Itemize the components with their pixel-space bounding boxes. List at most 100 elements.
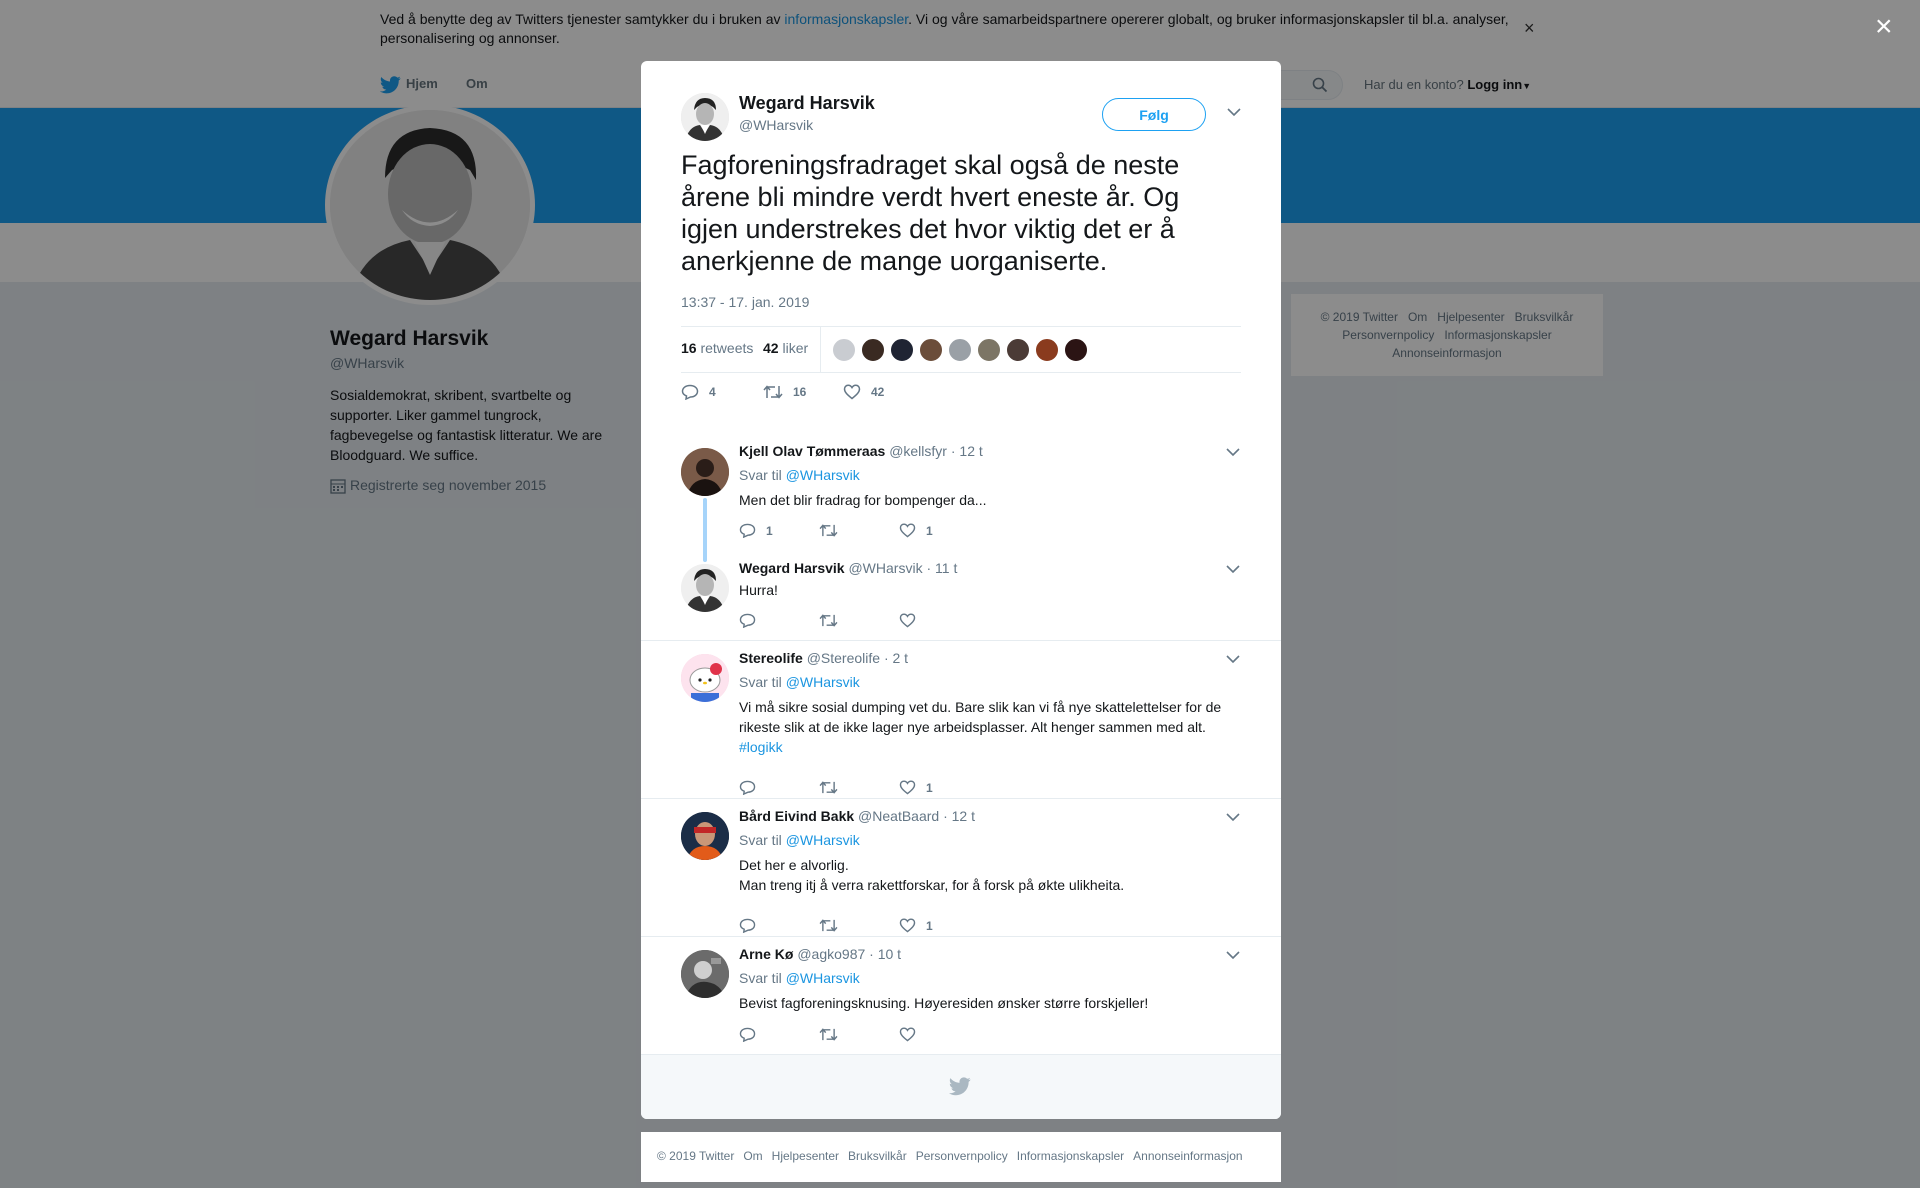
- likes-stat[interactable]: 42 liker: [763, 340, 808, 356]
- reply-author-handle[interactable]: @NeatBaard: [858, 808, 939, 824]
- retweet-button[interactable]: [819, 1027, 848, 1042]
- liker-avatar[interactable]: [919, 338, 943, 362]
- like-button[interactable]: 1: [899, 918, 933, 933]
- avatar-image: [681, 564, 729, 612]
- retweet-button[interactable]: [819, 780, 848, 795]
- reply-to-link[interactable]: @WHarsvik: [786, 832, 860, 848]
- liker-avatar[interactable]: [890, 338, 914, 362]
- chevron-down-icon[interactable]: [1227, 108, 1241, 117]
- retweet-icon: [819, 781, 838, 794]
- liker-avatar[interactable]: [832, 338, 856, 362]
- reply-time[interactable]: · 10 t: [869, 946, 901, 962]
- reply-author-handle[interactable]: @WHarsvik: [848, 560, 922, 576]
- reply-icon: [681, 384, 699, 400]
- reply-to: Svar til @WHarsvik: [739, 832, 860, 848]
- retweet-icon: [819, 1028, 838, 1041]
- retweet-icon: [763, 385, 783, 399]
- reply-time[interactable]: · 11 t: [926, 560, 957, 576]
- reply-text: Hurra!: [739, 582, 778, 598]
- liker-avatar[interactable]: [1006, 338, 1030, 362]
- reply-button[interactable]: [739, 780, 766, 795]
- tweet-actions: 4 16 42: [681, 384, 1241, 408]
- retweet-button[interactable]: [819, 613, 848, 628]
- author-handle[interactable]: @WHarsvik: [739, 117, 813, 133]
- avatar-image: [681, 812, 729, 860]
- footer-link-about[interactable]: Om: [743, 1149, 762, 1163]
- liker-avatar[interactable]: [861, 338, 885, 362]
- footer-link-cookies[interactable]: Informasjonskapsler: [1017, 1149, 1124, 1163]
- avatar[interactable]: [681, 93, 729, 141]
- liker-avatar[interactable]: [1035, 338, 1059, 362]
- liker-avatar[interactable]: [977, 338, 1001, 362]
- reply-author-name[interactable]: Bård Eivind Bakk: [739, 808, 854, 824]
- heart-icon: [899, 1027, 916, 1042]
- reply-to-link[interactable]: @WHarsvik: [786, 467, 860, 483]
- reply-text: Bevist fagforeningsknusing. Høyeresiden …: [739, 995, 1149, 1011]
- avatar[interactable]: [681, 448, 729, 496]
- reply-time[interactable]: · 2 t: [884, 650, 908, 666]
- retweet-button[interactable]: 16: [763, 384, 806, 400]
- hashtag-link[interactable]: #logikk: [739, 739, 783, 755]
- tweet-text: Fagforeningsfradraget skal også de neste…: [681, 150, 1180, 276]
- like-button[interactable]: 1: [899, 523, 933, 538]
- reply-icon: [739, 523, 756, 538]
- footer-link-privacy[interactable]: Personvernpolicy: [916, 1149, 1008, 1163]
- reply-time[interactable]: · 12 t: [951, 443, 983, 459]
- chevron-down-icon[interactable]: [1226, 448, 1240, 457]
- reply-author-handle[interactable]: @agko987: [797, 946, 865, 962]
- reply-text: Vi må sikre sosial dumping vet du. Bare …: [739, 697, 1239, 757]
- avatar-image: [681, 93, 729, 141]
- reply-author-handle[interactable]: @Stereolife: [807, 650, 880, 666]
- heart-icon: [899, 613, 916, 628]
- reply-button[interactable]: 4: [681, 384, 716, 400]
- retweet-button[interactable]: [819, 918, 848, 933]
- follow-button[interactable]: Følg: [1102, 98, 1206, 131]
- close-icon[interactable]: ×: [1875, 12, 1893, 42]
- like-count: 1: [926, 780, 933, 795]
- avatar[interactable]: [681, 654, 729, 702]
- like-button[interactable]: 42: [843, 384, 884, 400]
- chevron-down-icon[interactable]: [1226, 951, 1240, 960]
- reply-author-name[interactable]: Wegard Harsvik: [739, 560, 845, 576]
- reply-to-link[interactable]: @WHarsvik: [786, 970, 860, 986]
- reply-author-name[interactable]: Kjell Olav Tømmeraas: [739, 443, 885, 459]
- avatar[interactable]: [681, 812, 729, 860]
- chevron-down-icon[interactable]: [1226, 655, 1240, 664]
- reply-button[interactable]: 1: [739, 523, 773, 538]
- retweet-stat[interactable]: 16 retweets: [681, 340, 753, 356]
- reply-button[interactable]: [739, 918, 766, 933]
- reply-button[interactable]: [739, 1027, 766, 1042]
- reply-actions: [739, 1027, 1039, 1047]
- bottom-footer: © 2019 Twitter Om Hjelpesenter Bruksvilkår P…: [641, 1132, 1281, 1182]
- tweet-timestamp[interactable]: 13:37 - 17. jan. 2019: [681, 294, 809, 310]
- chevron-down-icon[interactable]: [1226, 565, 1240, 574]
- reply-icon: [739, 780, 756, 795]
- heart-icon: [843, 384, 861, 400]
- author-name[interactable]: Wegard Harsvik: [739, 93, 875, 114]
- retweet-icon: [819, 919, 838, 932]
- like-button[interactable]: [899, 613, 926, 628]
- reply-header: Stereolife @Stereolife · 2 t: [739, 650, 908, 666]
- avatar-image: [681, 448, 729, 496]
- retweet-count: 16: [793, 385, 807, 399]
- reply-to-label: Svar til: [739, 467, 782, 483]
- liker-avatar[interactable]: [1064, 338, 1088, 362]
- retweet-button[interactable]: [819, 523, 848, 538]
- reply-author-name[interactable]: Stereolife: [739, 650, 803, 666]
- reply-author-handle[interactable]: @kellsfyr: [889, 443, 947, 459]
- footer-link-help[interactable]: Hjelpesenter: [772, 1149, 839, 1163]
- reply-author-name[interactable]: Arne Kø: [739, 946, 793, 962]
- footer-link-ads[interactable]: Annonseinformasjon: [1133, 1149, 1242, 1163]
- reply-to-link[interactable]: @WHarsvik: [786, 674, 860, 690]
- avatar[interactable]: [681, 564, 729, 612]
- divider: [641, 798, 1281, 799]
- avatar[interactable]: [681, 950, 729, 998]
- chevron-down-icon[interactable]: [1226, 813, 1240, 822]
- like-button[interactable]: 1: [899, 780, 933, 795]
- reply-button[interactable]: [739, 613, 766, 628]
- liker-avatar[interactable]: [948, 338, 972, 362]
- like-button[interactable]: [899, 1027, 926, 1042]
- like-count: 42: [871, 385, 885, 399]
- footer-link-terms[interactable]: Bruksvilkår: [848, 1149, 907, 1163]
- reply-time[interactable]: · 12 t: [943, 808, 975, 824]
